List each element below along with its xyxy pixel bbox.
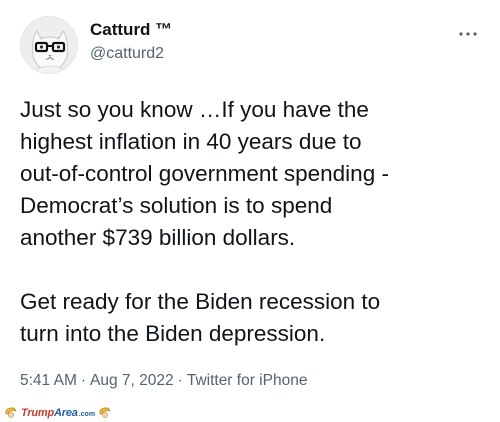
tweet-time[interactable]: 5:41 AM: [20, 372, 77, 389]
trump-hair-logo-icon: [99, 407, 111, 418]
tweet-text-line: Just so you know …If you have the: [20, 97, 369, 122]
tweet-text-line: highest inflation in 40 years due to: [20, 129, 362, 154]
tweet-meta: 5:41 AM · Aug 7, 2022 · Twitter for iPhone: [20, 371, 307, 391]
watermark-text-area: Area: [54, 407, 78, 419]
tweet-text: Just so you know …If you have the highes…: [20, 94, 488, 350]
user-handle[interactable]: @catturd2: [90, 44, 172, 64]
tweet-text-line: out-of-control government spending -: [20, 161, 389, 186]
tweet-text-line: Democrat’s solution is to spend: [20, 193, 333, 218]
tweet-screenshot: Catturd ™ @catturd2 Just so you know …If…: [0, 0, 500, 422]
tweet-text-line: Get ready for the Biden recession to: [20, 289, 381, 314]
trump-hair-logo-icon: [5, 407, 17, 418]
watermark: TrumpArea.com: [4, 404, 112, 420]
user-info: Catturd ™ @catturd2: [90, 20, 172, 64]
cat-avatar-icon: [21, 17, 77, 73]
display-name[interactable]: Catturd ™: [90, 20, 172, 40]
meta-separator: ·: [80, 372, 87, 389]
more-options-icon[interactable]: [456, 26, 480, 42]
tweet-text-line: turn into the Biden depression.: [20, 321, 326, 346]
avatar[interactable]: [20, 16, 78, 74]
meta-separator: ·: [177, 372, 183, 389]
tweet-date[interactable]: Aug 7, 2022: [90, 372, 174, 389]
tweet-header: Catturd ™ @catturd2: [20, 10, 480, 80]
ellipsis-icon: [459, 32, 477, 36]
tweet-source[interactable]: Twitter for iPhone: [187, 372, 308, 389]
watermark-text-com: .com: [78, 411, 96, 418]
watermark-text-trump: Trump: [21, 407, 55, 419]
tweet-text-line: another $739 billion dollars.: [20, 225, 296, 250]
